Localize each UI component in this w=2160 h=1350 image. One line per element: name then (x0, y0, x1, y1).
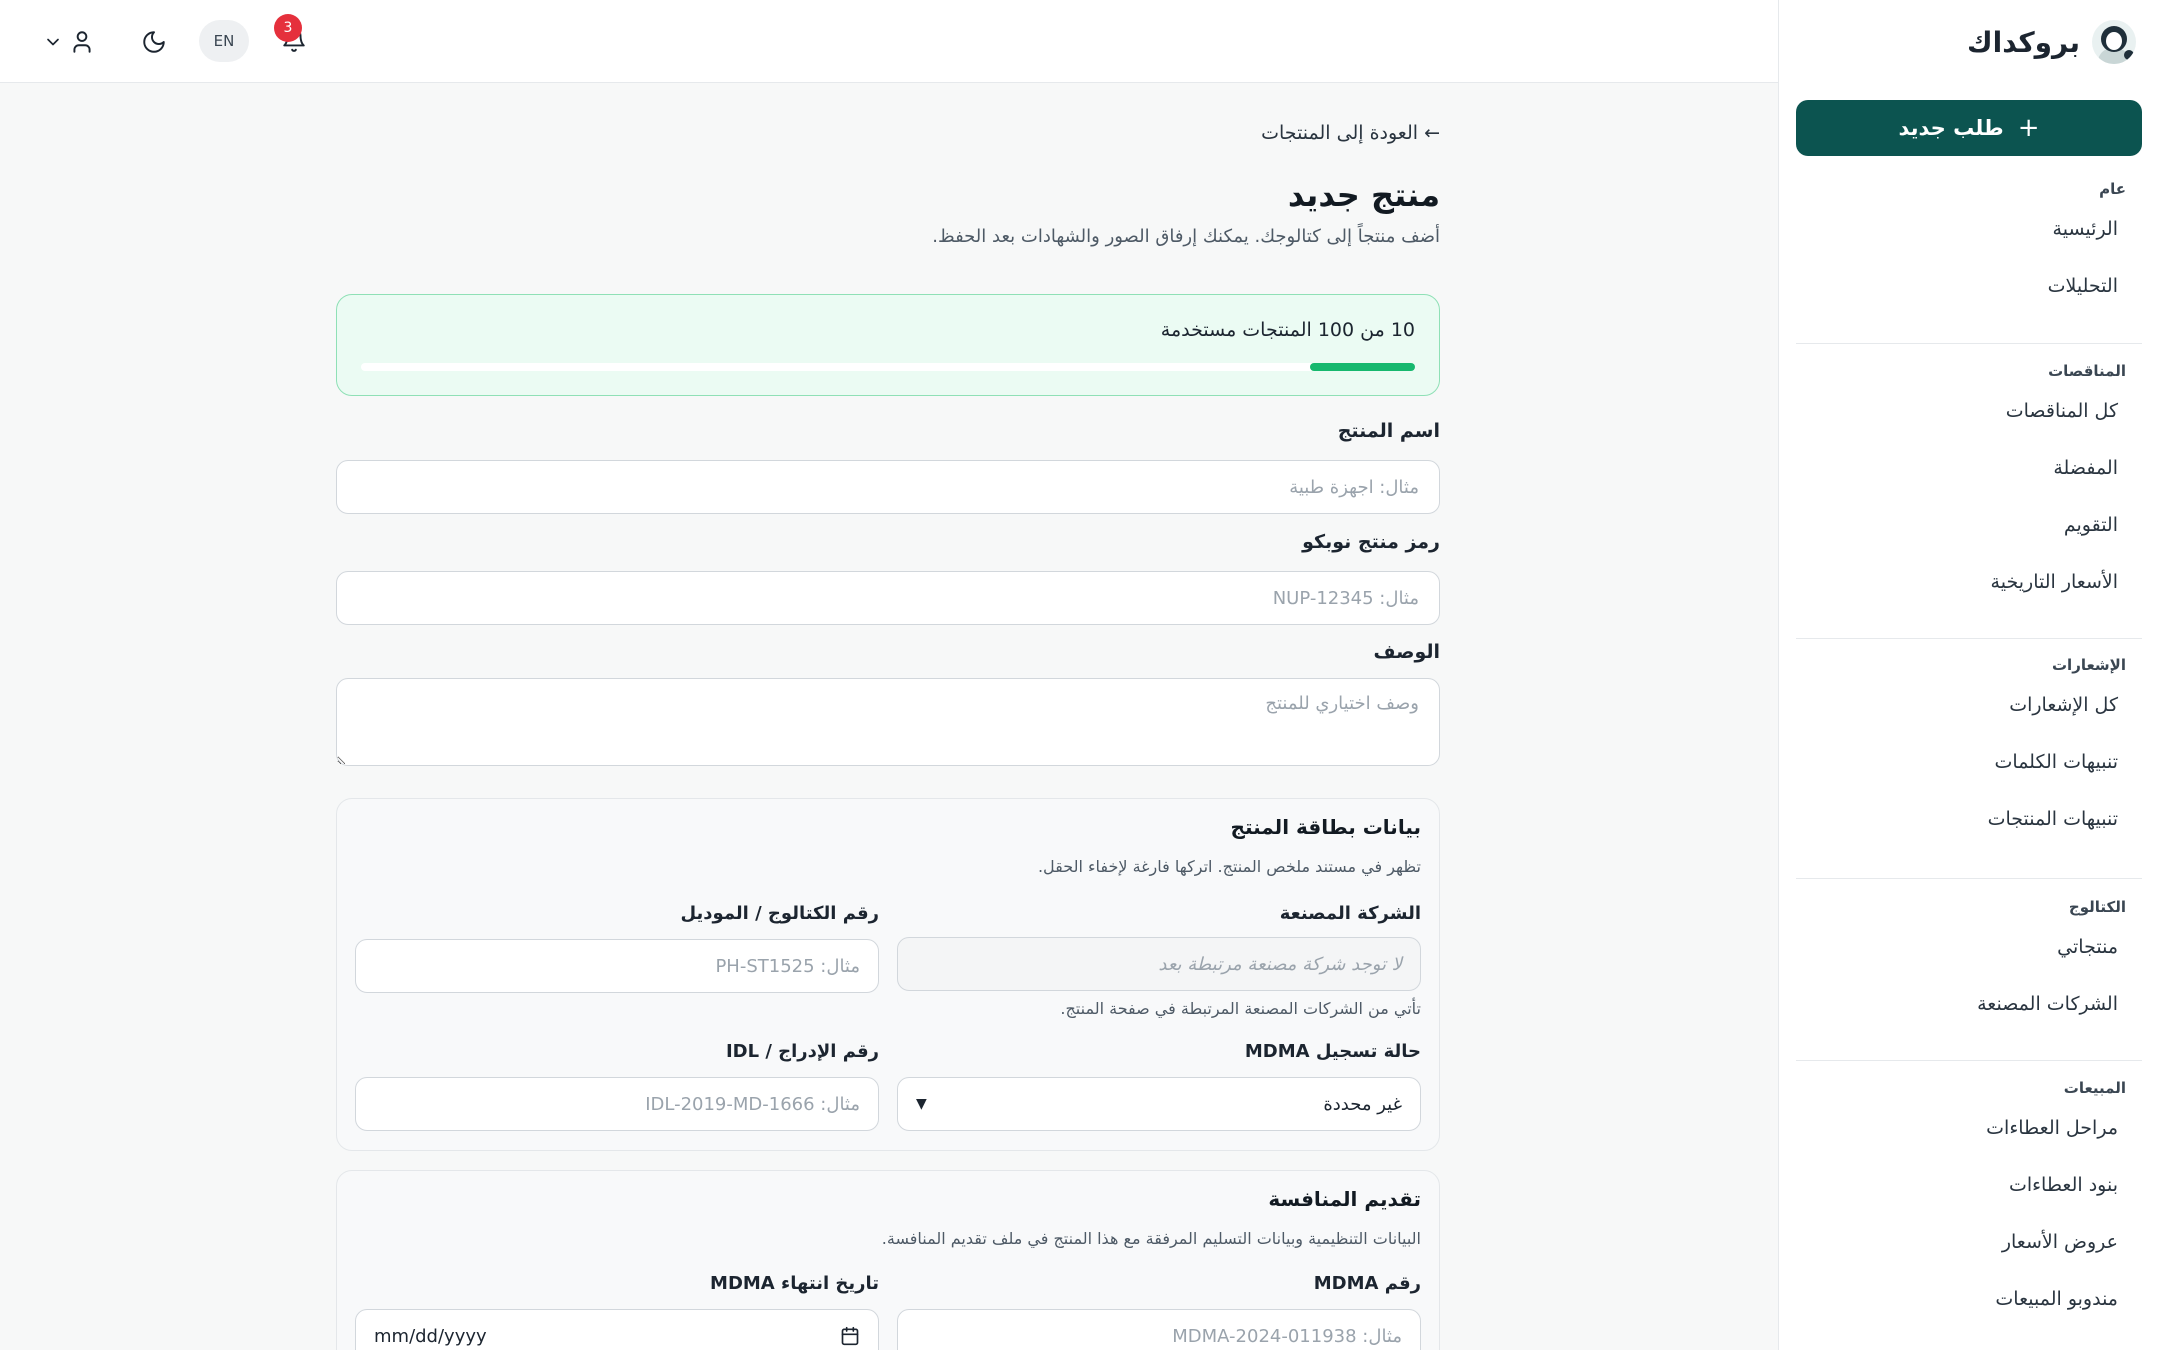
nav-group-general: عام الرئيسية التحليلات (1796, 178, 2142, 314)
nav-group-catalog: الكتالوج منتجاتي الشركات المصنعة (1796, 896, 2142, 1032)
brand-name: بروكداك (1966, 25, 2080, 59)
product-card-section: بيانات بطاقة المنتج تظهر في مستند ملخص ا… (336, 798, 1440, 1151)
manufacturer-label: الشركة المصنعة (1279, 903, 1421, 924)
description-label: الوصف (1373, 641, 1440, 663)
nav-group-title: الإشعارات (2051, 656, 2126, 674)
divider (1796, 1060, 2142, 1061)
chevron-down-icon: ▼ (916, 1096, 927, 1112)
nav-group-tenders: المناقصات كل المناقصات المفضلة التقويم ا… (1796, 360, 2142, 610)
mdma-number-input[interactable] (897, 1309, 1421, 1350)
catalog-number-label: رقم الكتالوج / الموديل (680, 903, 879, 924)
nav-group-title: المبيعات (2063, 1079, 2126, 1097)
sidebar-item-calendar[interactable]: التقويم (1796, 496, 2142, 553)
brand[interactable]: بروكداك (1967, 20, 2136, 64)
product-card-description: تظهر في مستند ملخص المنتج. اتركها فارغة … (1037, 857, 1421, 876)
product-card-title: بيانات بطاقة المنتج (1230, 815, 1421, 839)
notification-count-badge: 3 (274, 14, 302, 42)
moon-icon (143, 31, 165, 53)
theme-toggle[interactable] (136, 22, 172, 62)
tender-submission-section: تقديم المنافسة البيانات التنظيمية وبيانا… (336, 1170, 1440, 1350)
sidebar-item-bid-items[interactable]: بنود العطاءات (1796, 1156, 2142, 1213)
divider (1796, 343, 2142, 344)
product-name-input[interactable] (336, 460, 1440, 514)
sidebar-item-sales-reps[interactable]: مندوبو المبيعات (1796, 1270, 2142, 1327)
sidebar-item-quotes[interactable]: عروض الأسعار (1796, 1213, 2142, 1270)
nav-group-notifications: الإشعارات كل الإشعارات تنبيهات الكلمات ت… (1796, 654, 2142, 847)
tender-card-description: البيانات التنظيمية وبيانات التسليم المرف… (881, 1229, 1421, 1248)
manufacturer-field: لا توجد شركة مصنعة مرتبطة بعد (897, 937, 1421, 991)
sidebar-item-all-notifications[interactable]: كل الإشعارات (1796, 676, 2142, 733)
manufacturer-hint: تأتي من الشركات المصنعة المرتبطة في صفحة… (1060, 999, 1421, 1018)
user-menu[interactable] (34, 22, 104, 62)
sidebar-item-manufacturers[interactable]: الشركات المصنعة (1796, 975, 2142, 1032)
usage-text: 10 من 100 المنتجات مستخدمة (1160, 319, 1415, 341)
sidebar: بروكداك + طلب جديد عام الرئيسية التحليلا… (1778, 0, 2160, 1350)
sidebar-item-historical-prices[interactable]: الأسعار التاريخية (1796, 553, 2142, 610)
nupco-code-input[interactable] (336, 571, 1440, 625)
sidebar-item-product-alerts[interactable]: تنبيهات المنتجات (1796, 790, 2142, 847)
mdma-status-select[interactable]: غير محددة ▼ (897, 1077, 1421, 1131)
notifications-button[interactable]: 3 (274, 14, 312, 60)
sidebar-item-bid-stages[interactable]: مراحل العطاءات (1796, 1099, 2142, 1156)
chevron-down-icon (47, 38, 59, 46)
idl-number-input[interactable] (355, 1077, 879, 1131)
new-request-button[interactable]: + طلب جديد (1796, 100, 2142, 156)
sidebar-item-keyword-alerts[interactable]: تنبيهات الكلمات (1796, 733, 2142, 790)
mdma-number-label: رقم MDMA (1313, 1273, 1421, 1294)
user-icon (73, 31, 91, 53)
sidebar-item-home[interactable]: الرئيسية (1796, 200, 2142, 257)
divider (1796, 638, 2142, 639)
page-subtitle: أضف منتجاً إلى كتالوجك. يمكنك إرفاق الصو… (932, 226, 1440, 247)
mdma-expiry-date-input[interactable]: mm/dd/yyyy (355, 1309, 879, 1350)
divider (1796, 878, 2142, 879)
usage-progress-track (361, 363, 1415, 371)
nav-group-title: المناقصات (2048, 362, 2126, 380)
language-toggle[interactable]: EN (199, 20, 249, 62)
description-textarea[interactable] (336, 678, 1440, 766)
calendar-icon (841, 1326, 859, 1346)
new-request-label: طلب جديد (1898, 116, 2004, 140)
sidebar-item-analytics[interactable]: التحليلات (1796, 257, 2142, 314)
back-to-products-link[interactable]: ← العودة إلى المنتجات (1261, 122, 1440, 144)
topbar: 3 EN (0, 0, 1778, 83)
product-name-label: اسم المنتج (1337, 420, 1440, 442)
page-title: منتج جديد (1287, 176, 1440, 214)
nav-group-sales: المبيعات مراحل العطاءات بنود العطاءات عر… (1796, 1077, 2142, 1327)
catalog-number-input[interactable] (355, 939, 879, 993)
usage-banner: 10 من 100 المنتجات مستخدمة (336, 294, 1440, 396)
nupco-code-label: رمز منتج نوبكو (1302, 531, 1440, 553)
tender-card-title: تقديم المنافسة (1268, 1187, 1421, 1211)
mdma-status-label: حالة تسجيل MDMA (1244, 1041, 1421, 1062)
nav-group-title: الكتالوج (2068, 898, 2126, 916)
idl-number-label: رقم الإدراج / IDL (725, 1041, 879, 1062)
plus-icon: + (2017, 113, 2040, 143)
sidebar-item-all-tenders[interactable]: كل المناقصات (1796, 382, 2142, 439)
mdma-status-value: غير محددة (1323, 1093, 1402, 1115)
mdma-expiry-value: mm/dd/yyyy (374, 1325, 487, 1347)
mdma-expiry-label: تاريخ انتهاء MDMA (710, 1273, 879, 1294)
nav-group-title: عام (2099, 180, 2126, 198)
duck-logo-icon (2092, 20, 2136, 64)
sidebar-item-my-products[interactable]: منتجاتي (1796, 918, 2142, 975)
usage-progress-fill (1309, 363, 1415, 371)
sidebar-item-favorites[interactable]: المفضلة (1796, 439, 2142, 496)
